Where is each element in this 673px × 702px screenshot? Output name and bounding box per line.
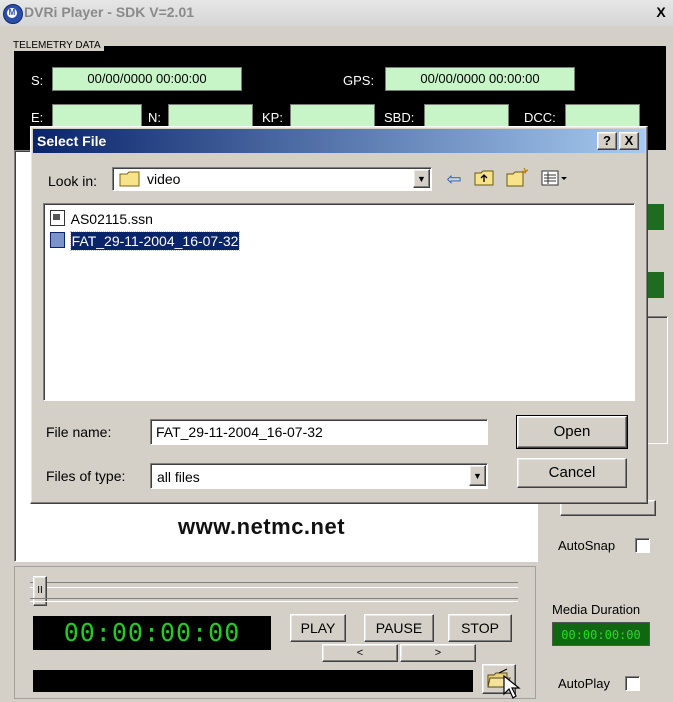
filename-bar [33, 670, 473, 692]
play-button[interactable]: PLAY [290, 614, 346, 642]
status-indicator-bottom [648, 272, 664, 298]
file-list-item-selected[interactable]: FAT_29-11-2004_16-07-32 [50, 231, 241, 252]
dialog-close-button[interactable]: X [619, 132, 639, 150]
website-text: www.netmc.net [178, 514, 346, 539]
dcc-label: DCC: [524, 110, 556, 125]
n-label: N: [148, 110, 161, 125]
dcc-value-field [565, 104, 640, 128]
media-duration-label: Media Duration [552, 602, 641, 617]
stop-button[interactable]: STOP [448, 614, 512, 642]
app-logo-icon: M [3, 4, 23, 24]
file-name: FAT_29-11-2004_16-07-32 [69, 231, 241, 251]
files-of-type-value: all files [157, 469, 200, 485]
sbd-value-field [424, 104, 509, 128]
s-label: S: [31, 73, 44, 88]
n-value-field [168, 104, 253, 128]
look-in-label: Look in: [48, 173, 98, 189]
new-folder-icon[interactable] [505, 166, 531, 190]
look-in-value: video [147, 171, 181, 187]
up-folder-icon[interactable] [473, 168, 497, 190]
autosnap-checkbox[interactable] [635, 538, 650, 553]
pause-button[interactable]: PAUSE [364, 614, 434, 642]
files-of-type-label: Files of type: [46, 468, 126, 484]
file-list-item[interactable]: AS02115.ssn [50, 210, 153, 228]
media-duration-value: 00:00:00:00 [552, 622, 650, 646]
e-label: E: [31, 110, 44, 125]
e-value-field [52, 104, 142, 128]
look-in-chevron-down-icon[interactable]: ▼ [413, 169, 430, 188]
back-arrow-icon[interactable]: ⇦ [443, 168, 465, 190]
right-panel-frame [646, 316, 668, 444]
dialog-title: Select File [37, 133, 107, 149]
previous-frame-button[interactable]: < [322, 644, 398, 662]
mouse-cursor-icon [503, 674, 521, 699]
gps-label: GPS: [343, 73, 375, 88]
files-of-type-dropdown[interactable]: all files ▼ [150, 463, 488, 489]
dialog-help-button[interactable]: ? [597, 132, 617, 150]
folder-icon [119, 171, 140, 187]
view-menu-icon[interactable] [540, 168, 570, 190]
cancel-button[interactable]: Cancel [517, 458, 627, 488]
window-close-button[interactable]: X [652, 3, 670, 21]
kp-value-field [290, 104, 375, 128]
seek-line [30, 598, 518, 602]
file-icon [50, 210, 65, 226]
autoplay-label: AutoPlay [558, 676, 611, 691]
autoplay-checkbox[interactable] [625, 676, 640, 691]
gps-value-field: 00/00/0000 00:00:00 [385, 67, 575, 91]
sbd-label: SBD: [384, 110, 415, 125]
telemetry-group-label: TELEMETRY DATA [10, 40, 104, 51]
seek-track[interactable] [30, 582, 518, 588]
next-frame-button[interactable]: > [400, 644, 476, 662]
s-value-field: 00/00/0000 00:00:00 [52, 67, 242, 91]
kp-label: KP: [262, 110, 283, 125]
files-of-type-chevron-down-icon[interactable]: ▼ [469, 465, 486, 486]
time-display: 00:00:00:00 [33, 616, 271, 650]
dialog-title-bar: Select File ? X [33, 129, 645, 153]
main-title-bar: M DVRi Player - SDK V=2.01 X [0, 0, 673, 26]
look-in-dropdown[interactable]: video ▼ [112, 167, 432, 191]
file-name: AS02115.ssn [70, 211, 153, 227]
status-indicator-top [648, 204, 664, 230]
file-name-label: File name: [46, 424, 112, 440]
autosnap-label: AutoSnap [558, 538, 616, 553]
open-button[interactable]: Open [516, 415, 628, 449]
window-title: DVRi Player - SDK V=2.01 [24, 4, 195, 20]
file-icon [50, 232, 65, 248]
file-name-input[interactable]: FAT_29-11-2004_16-07-32 [150, 419, 488, 445]
